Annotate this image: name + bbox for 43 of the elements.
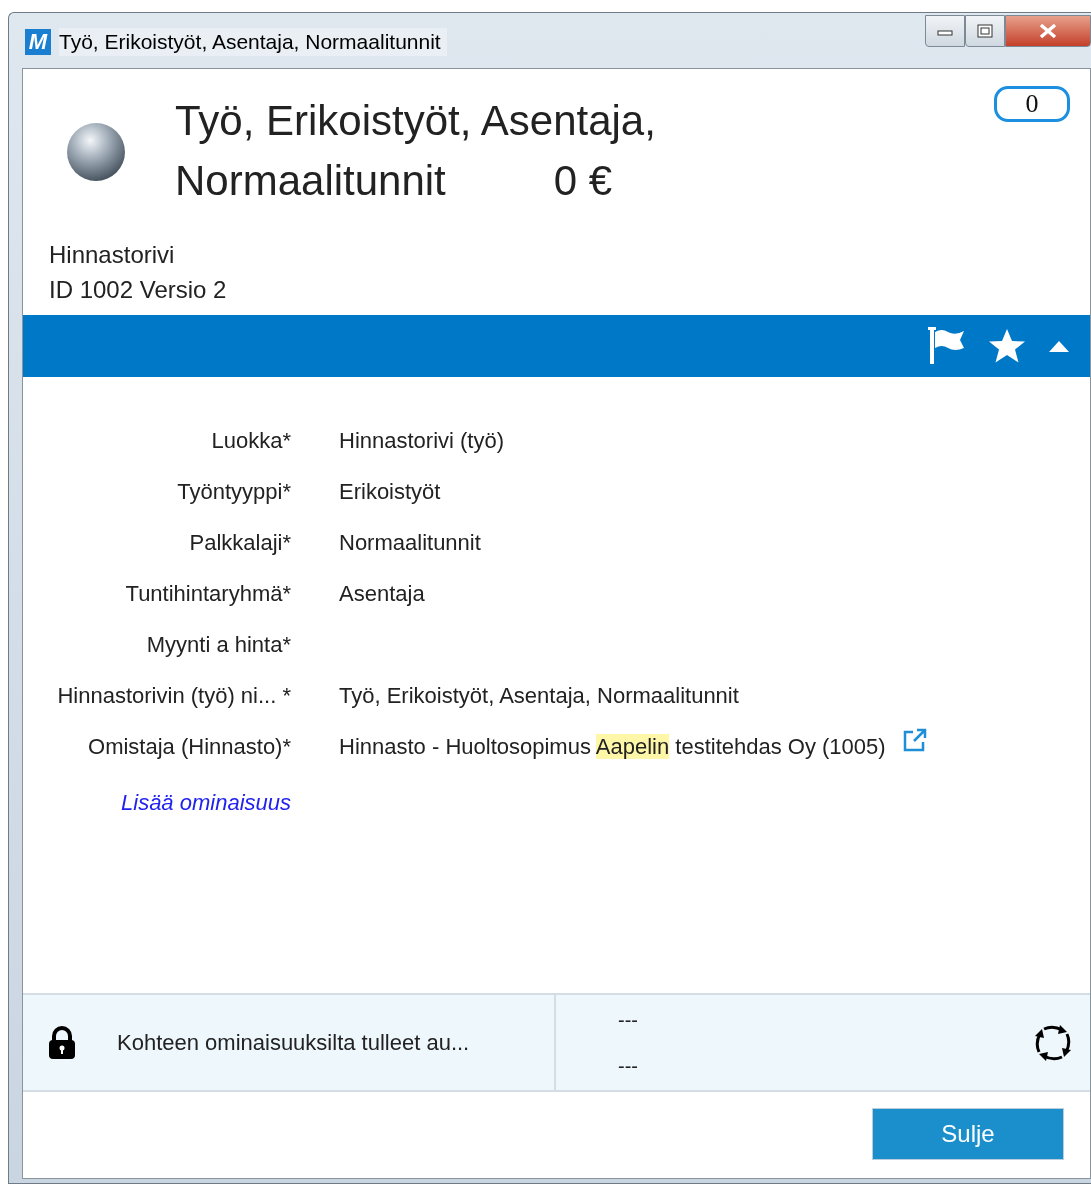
favorite-button[interactable] (988, 328, 1026, 364)
close-button[interactable] (1005, 15, 1091, 47)
open-link-button[interactable] (901, 726, 928, 753)
field-value: Asentaja (339, 580, 425, 608)
record-type: Hinnastorivi (49, 240, 176, 270)
flag-icon (928, 326, 966, 366)
lock-status-text: Kohteen ominaisuuksilta tulleet au... (117, 1029, 470, 1056)
field-label: Hinnastorivin (työ) ni... * (56, 682, 291, 710)
flag-button[interactable] (928, 326, 966, 366)
field-value: Hinnasto - Huoltosopimus Aapelin testitehdas Oy (1005) (339, 733, 886, 761)
field-label: Omistaja (Hinnasto)* (87, 733, 291, 761)
refresh-button[interactable] (1034, 1023, 1072, 1062)
caret-up-icon (1048, 339, 1070, 353)
status-sphere-icon (65, 121, 127, 183)
star-icon (988, 328, 1026, 364)
field-value: Työ, Erikoistyöt, Asentaja, Normaalitunnit (339, 682, 739, 710)
add-property-link[interactable]: Lisää ominaisuus (121, 790, 291, 815)
field-label: Myynti a hinta* (145, 631, 291, 659)
comment-count-button[interactable]: 0 (994, 86, 1070, 122)
refresh-icon (1034, 1023, 1072, 1062)
placeholder-text: --- (618, 1053, 638, 1079)
close-icon (1038, 23, 1058, 39)
lock-icon (47, 1025, 77, 1060)
record-id: ID 1002 Versio 2 (49, 275, 228, 305)
field-label: Työntyyppi* (176, 478, 291, 506)
field-value: Hinnastorivi (työ) (339, 427, 505, 455)
record-title: Työ, Erikoistyöt, Asentaja, (175, 96, 656, 146)
field-label: Luokka* (210, 427, 291, 455)
external-link-icon (901, 726, 928, 753)
price-value: 0 € (553, 156, 613, 206)
field-value: Normaalitunnit (339, 529, 481, 557)
field-label: Tuntihintaryhmä* (124, 580, 291, 608)
record-title: Normaalitunnit (175, 156, 446, 206)
close-dialog-button[interactable]: Sulje (872, 1108, 1064, 1160)
maximize-icon (977, 24, 993, 38)
window-title: Työ, Erikoistyöt, Asentaja, Normaalitunnit (59, 28, 447, 56)
field-label: Palkkalaji* (188, 529, 291, 557)
field-value: Erikoistyöt (339, 478, 441, 506)
maximize-button[interactable] (965, 15, 1005, 47)
placeholder-text: --- (618, 1007, 638, 1033)
app-logo: M (25, 29, 51, 55)
minimize-button[interactable] (925, 15, 965, 47)
collapse-button[interactable] (1048, 339, 1070, 353)
